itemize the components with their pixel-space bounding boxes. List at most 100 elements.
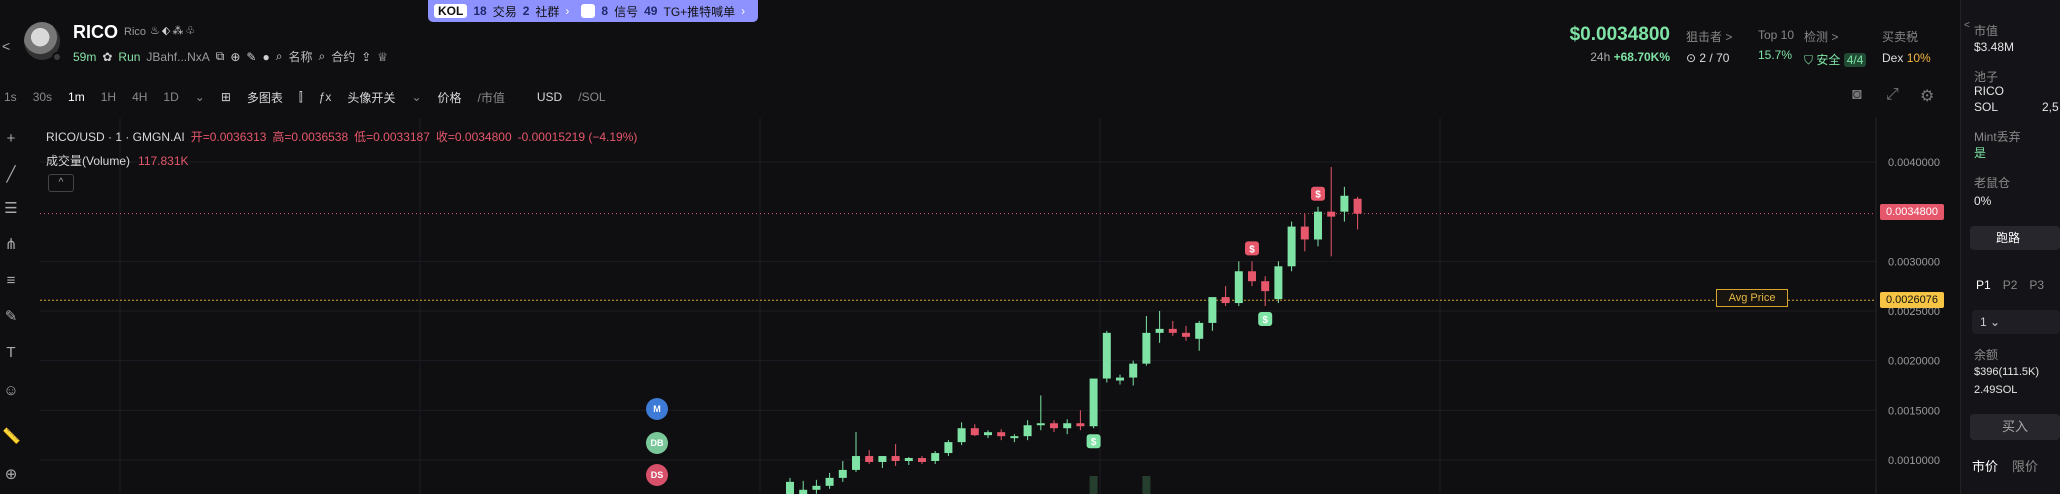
chart-legend: RICO/USD · 1 · GMGN.AI 开=0.0036313 高=0.0… [46, 128, 637, 145]
rat-value: 0% [1974, 194, 1992, 208]
candle-body [825, 477, 834, 486]
run-button[interactable]: 跑路 [1970, 226, 2060, 250]
amount-select-value: 1 [1980, 315, 1987, 329]
candle-body [1248, 271, 1256, 282]
candle-body [852, 456, 860, 470]
sell-marker-label: $ [1315, 190, 1321, 201]
trade-markers: $ $ $ $ [1086, 186, 1325, 449]
tab-p2[interactable]: P2 [2003, 278, 2018, 292]
marker-m[interactable]: M [646, 398, 668, 420]
candle-body [1076, 423, 1085, 427]
candles [786, 166, 1362, 494]
balance-label: 余额 [1974, 348, 1999, 362]
legend-close: 收=0.0034800 [435, 130, 512, 144]
order-mode-tabs: 市价 限价 [1972, 456, 2038, 475]
legend-change: -0.00015219 (−4.19%) [517, 129, 638, 144]
candle-body [1195, 322, 1204, 339]
pool-token: RICO [1974, 84, 2004, 98]
candle-body [1274, 266, 1283, 300]
volume-legend: 成交量(Volume) 117.831K [46, 152, 189, 169]
candle-body [1182, 332, 1190, 337]
candle-body [1168, 328, 1177, 333]
avg-price-label: Avg Price [1716, 289, 1788, 307]
candle-body [1063, 423, 1072, 429]
candle-body [1116, 377, 1124, 381]
candle-body [1221, 297, 1230, 304]
candle-body [1050, 423, 1058, 429]
marker-db[interactable]: DB [646, 432, 668, 454]
avg-price-tag: 0.0026076 [1880, 292, 1944, 308]
tab-p3[interactable]: P3 [2029, 278, 2044, 292]
tab-p1[interactable]: P1 [1976, 278, 1991, 292]
price-chart[interactable]: 0.00400000.00300000.00250000.00200000.00… [0, 0, 1960, 494]
candle-body [1089, 378, 1098, 427]
volume-bars [1089, 476, 1151, 494]
mint-label: Mint丢弃 [1974, 130, 2021, 144]
y-tick-label: 0.0010000 [1888, 455, 1940, 467]
amount-select[interactable]: 1 ⌄ [1972, 310, 2060, 334]
collapse-legend-button[interactable]: ^ [48, 174, 74, 192]
candle-body [1102, 332, 1111, 379]
candle-body [1234, 271, 1243, 304]
candle-body [878, 456, 887, 462]
candle-body [1300, 226, 1309, 240]
tab-limit[interactable]: 限价 [2012, 456, 2038, 475]
candle-body [904, 458, 913, 461]
candle-body [1261, 281, 1270, 292]
rat-label: 老鼠仓 [1974, 176, 2011, 190]
candle-body [891, 456, 900, 461]
collapse-panel-icon[interactable]: < [1964, 20, 1974, 31]
candle-body [1287, 226, 1296, 267]
buy-marker-label: $ [1262, 315, 1268, 326]
pool-sol: SOL [1974, 100, 1999, 114]
candle-body [1353, 198, 1362, 214]
mcap-value: $3.48M [1974, 40, 2015, 54]
balance-usd: $396(111.5K) [1974, 366, 2040, 378]
y-tick-label: 0.0015000 [1888, 405, 1940, 417]
pool-label: 池子 [1974, 70, 1999, 84]
sell-marker-label: $ [1249, 244, 1255, 255]
candle-body [865, 456, 874, 462]
candle-body [799, 489, 808, 494]
volume-label: 成交量(Volume) [46, 154, 131, 168]
candle-body [931, 453, 940, 461]
legend-pair: RICO/USD · 1 · GMGN.AI [46, 129, 185, 144]
y-tick-label: 0.0030000 [1888, 256, 1940, 268]
candle-body [944, 442, 953, 454]
candle-body [1023, 425, 1032, 437]
buy-marker-label: $ [1091, 437, 1097, 448]
volume-value: 117.831K [138, 154, 189, 168]
candle-body [838, 469, 847, 478]
candle-body [984, 432, 992, 436]
buy-button[interactable]: 买入 [1970, 414, 2060, 440]
candle-body [786, 481, 794, 494]
preset-tabs: P1 P2 P3 [1976, 278, 2044, 292]
candle-body [1129, 363, 1138, 378]
y-tick-label: 0.0040000 [1888, 157, 1940, 169]
y-tick-label: 0.0020000 [1888, 356, 1940, 368]
current-price-tag: 0.0034800 [1880, 204, 1944, 220]
candle-body [970, 428, 979, 436]
candle-body [1142, 332, 1151, 364]
mcap-label: 市值 [1974, 24, 1999, 38]
candle-body [1340, 195, 1349, 212]
balance-sol: 2.49SOL [1974, 384, 2018, 396]
marker-ds[interactable]: DS [646, 464, 668, 486]
mint-value: 是 [1974, 146, 1987, 160]
candle-body [918, 458, 926, 462]
candle-body [997, 432, 1006, 437]
legend-low: 低=0.0033187 [354, 130, 430, 144]
pool-sol-value: 2,5 [2042, 100, 2059, 114]
tab-market[interactable]: 市价 [1972, 456, 1998, 475]
candle-body [1314, 211, 1322, 240]
candle-body [1155, 328, 1164, 333]
legend-open: 开=0.0036313 [190, 130, 267, 144]
candle-body [1036, 423, 1045, 426]
candle-body [1010, 436, 1019, 439]
volume-bar [1089, 476, 1098, 494]
candle-body [1327, 211, 1336, 217]
volume-bar [1142, 476, 1151, 494]
candle-body [812, 485, 821, 490]
candle-body [957, 428, 966, 443]
candle-body [1208, 297, 1217, 323]
